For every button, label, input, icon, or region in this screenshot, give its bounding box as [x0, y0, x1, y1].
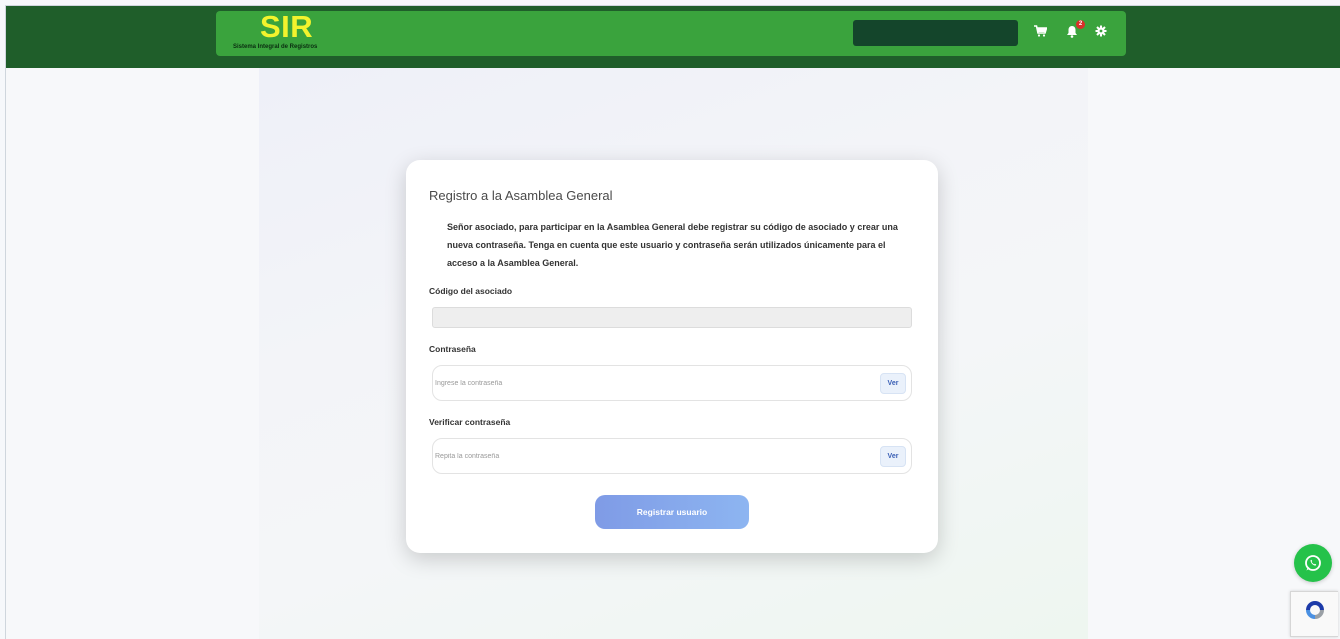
code-label: Código del asociado [429, 286, 513, 296]
whatsapp-icon[interactable] [1294, 544, 1332, 582]
brand-logo-title[interactable]: SIR [260, 9, 313, 45]
notification-badge: 2 [1076, 20, 1085, 29]
verify-password-input[interactable] [435, 448, 835, 464]
password-input[interactable] [435, 375, 835, 391]
form-title: Registro a la Asamblea General [429, 188, 613, 203]
show-password-button[interactable]: Ver [880, 373, 906, 394]
verify-password-field-wrapper: Ver [432, 438, 912, 474]
registration-card: Registro a la Asamblea General Señor aso… [406, 160, 938, 553]
register-user-button[interactable]: Registrar usuario [595, 495, 749, 529]
password-field-wrapper: Ver [432, 365, 912, 401]
user-name-redacted[interactable] [853, 20, 1018, 46]
recaptcha-badge[interactable] [1290, 591, 1338, 637]
brand-subtitle: Sistema Integral de Registros [233, 44, 318, 50]
recaptcha-icon [1305, 601, 1324, 619]
associate-code-field [432, 307, 912, 328]
password-label: Contraseña [429, 344, 476, 354]
verify-password-label: Verificar contraseña [429, 417, 511, 427]
intro-text: Señor asociado, para participar en la As… [447, 222, 898, 268]
gear-icon[interactable] [1092, 22, 1110, 40]
show-verify-password-button[interactable]: Ver [880, 446, 906, 467]
cart-icon[interactable] [1031, 22, 1049, 40]
